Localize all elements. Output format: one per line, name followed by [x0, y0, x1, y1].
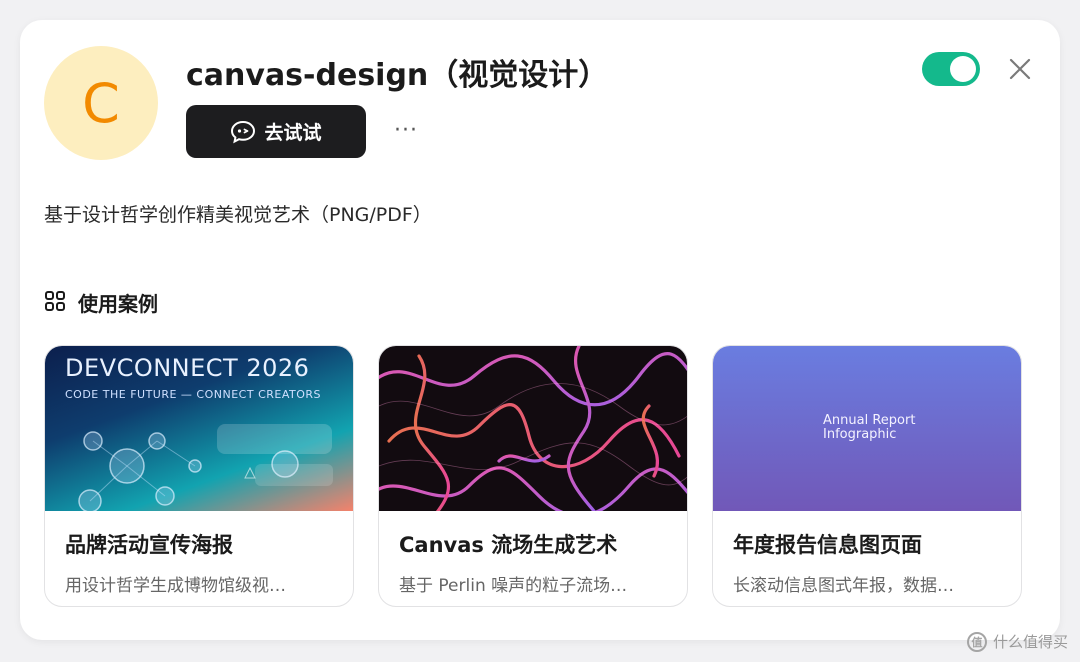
use-case-card-annual-report[interactable]: Annual Report Infographic 年度报告信息图页面 长滚动信… [712, 345, 1022, 607]
thumb-text-line-2: Infographic [823, 427, 897, 442]
case-body: Canvas 流场生成艺术 基于 Perlin 噪声的粒子流场… [379, 511, 687, 596]
case-description: 基于 Perlin 噪声的粒子流场… [399, 576, 628, 596]
try-button-label: 去试试 [264, 122, 322, 144]
grid-icon [44, 290, 66, 316]
case-title: 品牌活动宣传海报 [65, 533, 233, 557]
thumb-text-line-1: Annual Report [823, 413, 916, 428]
avatar-letter: C [82, 71, 120, 135]
skill-title: canvas-design（视觉设计） [186, 58, 609, 93]
skill-card: C canvas-design（视觉设计） 去试试 ··· 基于设计哲学创作精美… [20, 20, 1060, 640]
skill-description: 基于设计哲学创作精美视觉艺术（PNG/PDF） [44, 204, 432, 226]
try-button[interactable]: 去试试 [186, 105, 366, 158]
more-options-button[interactable]: ··· [392, 116, 420, 144]
use-cases-header: 使用案例 [44, 288, 158, 317]
use-cases-title: 使用案例 [78, 292, 158, 316]
case-description: 长滚动信息图式年报，数据… [733, 576, 954, 596]
chat-bubble-icon [230, 120, 256, 144]
use-case-card-poster[interactable]: DEVCONNECT 2026 CODE THE FUTURE — CONNEC… [44, 345, 354, 607]
poster-thumbnail: DEVCONNECT 2026 CODE THE FUTURE — CONNEC… [45, 346, 353, 511]
close-button[interactable] [1007, 56, 1033, 82]
more-icon: ··· [394, 117, 418, 143]
close-icon [1009, 58, 1031, 80]
use-case-list: DEVCONNECT 2026 CODE THE FUTURE — CONNEC… [44, 345, 1022, 607]
watermark: 值 什么值得买 [966, 631, 1068, 652]
enable-toggle[interactable] [922, 52, 980, 86]
watermark-text: 什么值得买 [992, 633, 1068, 651]
case-body: 品牌活动宣传海报 用设计哲学生成博物馆级视… [45, 511, 353, 596]
case-body: 年度报告信息图页面 长滚动信息图式年报，数据… [713, 511, 1021, 596]
flow-field-thumbnail [379, 346, 687, 511]
case-title: 年度报告信息图页面 [733, 533, 922, 557]
use-case-card-flow-field[interactable]: Canvas 流场生成艺术 基于 Perlin 噪声的粒子流场… [378, 345, 688, 607]
watermark-logo-icon: 值 [966, 631, 987, 652]
network-nodes-graphic [78, 424, 333, 511]
annual-report-thumbnail: Annual Report Infographic [713, 346, 1021, 511]
case-description: 用设计哲学生成博物馆级视… [65, 576, 286, 596]
case-title: Canvas 流场生成艺术 [399, 533, 618, 557]
skill-avatar: C [44, 46, 158, 160]
flow-field-graphic [379, 346, 687, 511]
annual-report-thumb-text: Annual Report Infographic [823, 414, 915, 442]
toggle-knob [950, 56, 976, 82]
